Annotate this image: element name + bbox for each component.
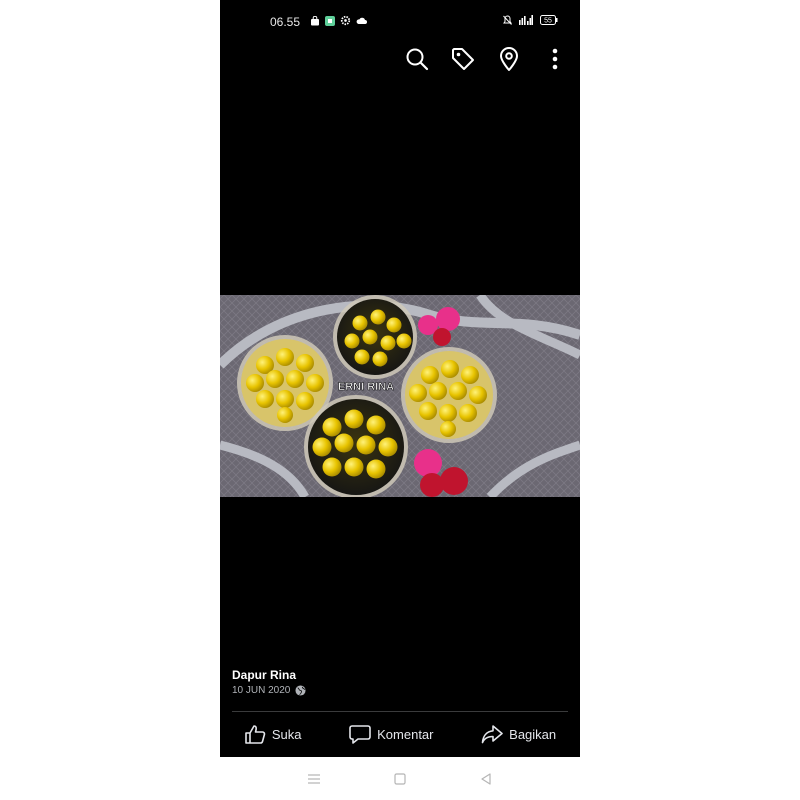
location-pin-icon[interactable] xyxy=(496,45,522,73)
status-time: 06.55 xyxy=(270,15,301,29)
post-actions: Suka Komentar Bagikan xyxy=(220,720,580,748)
divider xyxy=(232,711,568,712)
system-icons: 55 xyxy=(503,15,558,25)
cookie-jar xyxy=(401,347,497,443)
system-nav-bar xyxy=(0,757,800,800)
globe-icon xyxy=(295,685,306,696)
shopping-bag-icon xyxy=(311,15,319,25)
notification-icons xyxy=(310,15,367,26)
post-photo[interactable]: ERNI RINA xyxy=(220,295,580,497)
back-icon[interactable] xyxy=(476,769,496,789)
app-icon xyxy=(325,15,335,26)
share-button[interactable]: Bagikan xyxy=(481,724,556,744)
post-author[interactable]: Dapur Rina xyxy=(232,668,306,682)
tag-icon[interactable] xyxy=(450,45,476,73)
like-label: Suka xyxy=(271,726,302,742)
signal-icon xyxy=(519,15,533,25)
cookie-jar xyxy=(304,395,408,497)
battery-level: 55 xyxy=(544,18,552,25)
cloud-icon xyxy=(356,17,367,24)
more-vertical-icon[interactable] xyxy=(542,45,568,73)
comment-icon xyxy=(349,725,371,744)
like-button[interactable]: Suka xyxy=(244,724,302,744)
comment-label: Komentar xyxy=(377,726,434,742)
post-meta: 10 JUN 2020 xyxy=(232,685,306,696)
post-info: Dapur Rina 10 JUN 2020 xyxy=(232,668,306,696)
home-icon[interactable] xyxy=(390,769,410,789)
status-bar: 06.55 55 xyxy=(220,10,580,34)
comment-button[interactable]: Komentar xyxy=(349,724,434,744)
share-icon xyxy=(481,725,503,744)
top-actions xyxy=(404,45,568,73)
photo-watermark: ERNI RINA xyxy=(338,381,394,393)
like-icon xyxy=(245,725,266,744)
share-label: Bagikan xyxy=(509,726,557,742)
battery-icon: 55 xyxy=(540,15,558,25)
photo-viewer-screen: 06.55 55 ERNI RINA Dapur Rina 10 JUN 202… xyxy=(220,0,580,757)
post-date[interactable]: 10 JUN 2020 xyxy=(232,685,290,696)
menu-icon[interactable] xyxy=(304,769,324,789)
cookie-jar xyxy=(333,295,417,379)
search-icon[interactable] xyxy=(404,45,430,73)
settings-icon xyxy=(340,15,351,26)
mute-icon xyxy=(503,15,512,25)
